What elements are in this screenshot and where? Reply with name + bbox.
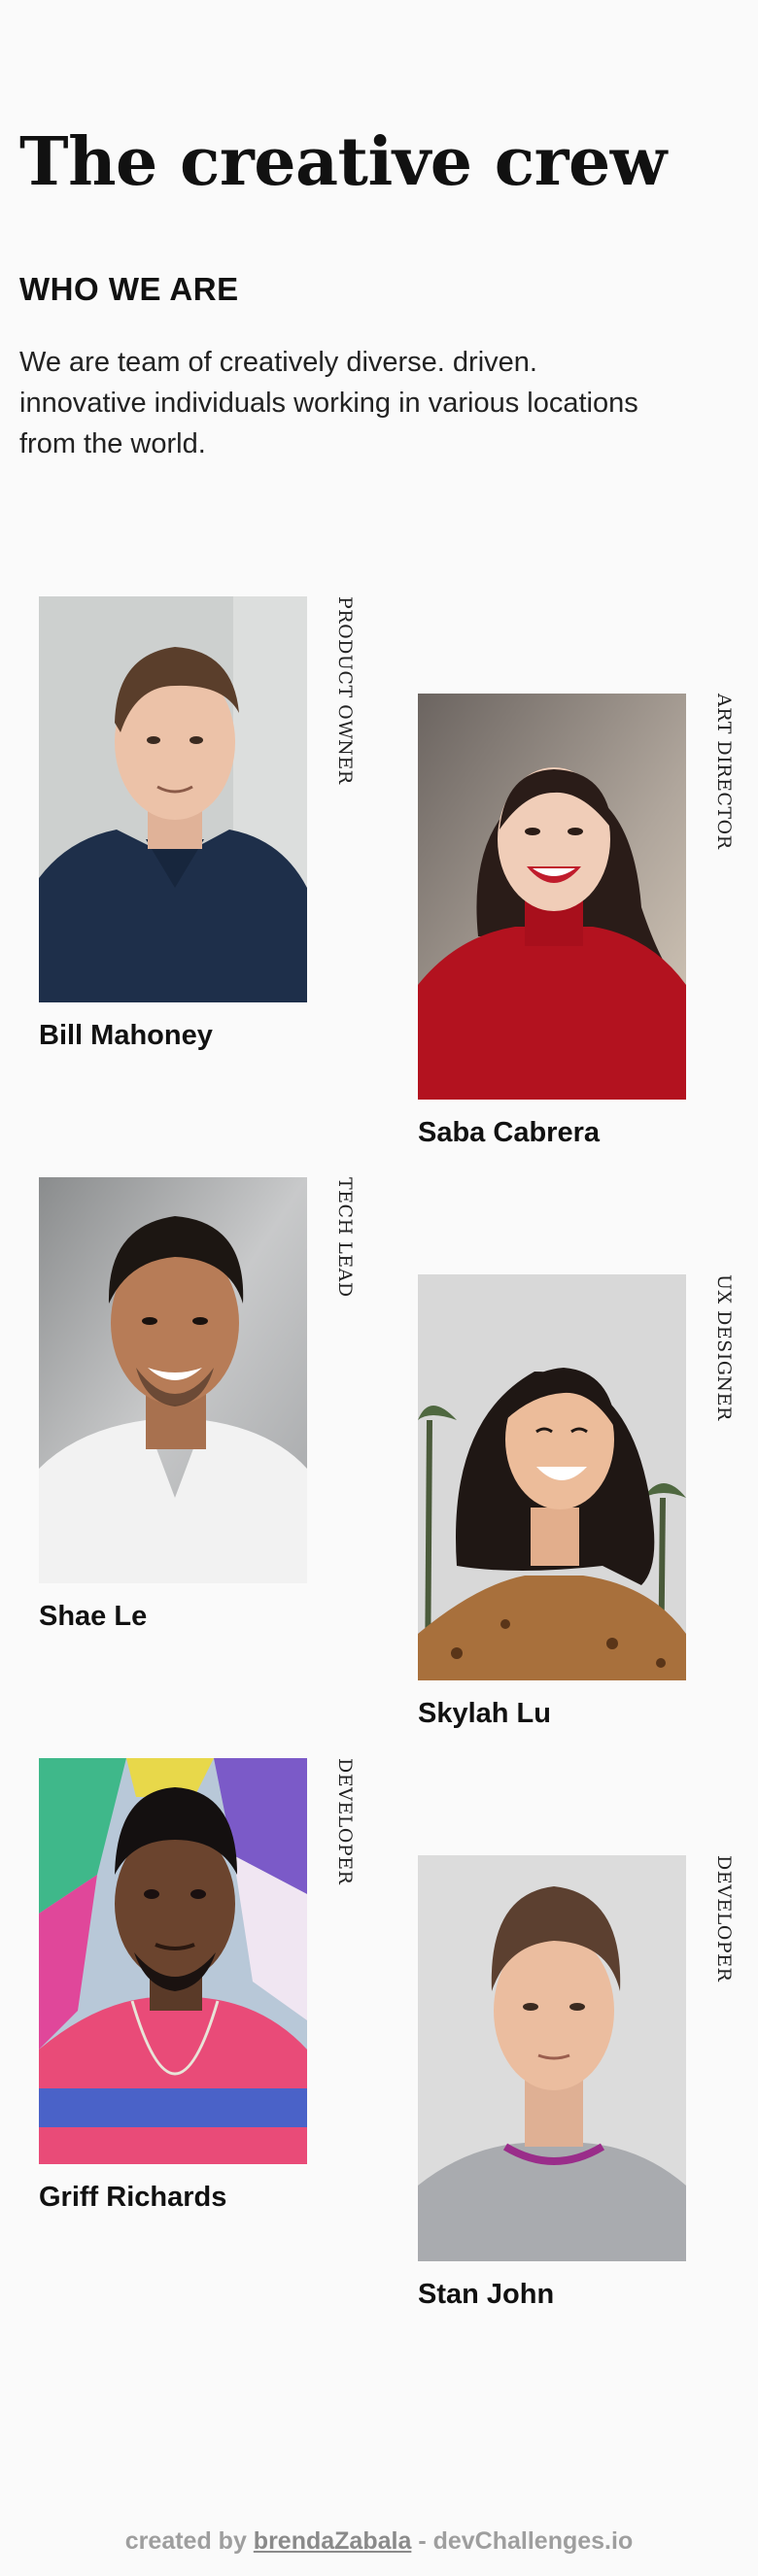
member-name: Shae Le [39, 1601, 148, 1632]
team-card: DEVELOPER Stan John [418, 1855, 741, 2322]
section-heading: WHO WE ARE [19, 271, 239, 307]
footer-separator: - [418, 2527, 427, 2555]
member-role: UX DESIGNER [713, 1274, 735, 1421]
member-role: DEVELOPER [713, 1855, 735, 1983]
member-role: ART DIRECTOR [713, 694, 735, 850]
member-name: Saba Cabrera [418, 1117, 600, 1148]
page-title: The creative crew [19, 123, 667, 201]
member-photo [418, 1855, 686, 2261]
footer-prefix: created by [124, 2527, 247, 2555]
member-photo [418, 694, 686, 1100]
footer: created by brendaZabala - devChallenges.… [0, 2522, 758, 2560]
member-name: Bill Mahoney [39, 1020, 213, 1051]
team-card: PRODUCT OWNER Bill Mahoney [39, 596, 362, 1063]
team-card: TECH LEAD Shae Le [39, 1177, 362, 1644]
member-name: Griff Richards [39, 2182, 227, 2213]
team-card: DEVELOPER Griff Richards [39, 1758, 362, 2224]
member-role: DEVELOPER [334, 1758, 356, 1885]
team-card: UX DESIGNER Skylah Lu [418, 1274, 741, 1741]
site-link[interactable]: devChallenges.io [433, 2527, 634, 2555]
member-name: Stan John [418, 2279, 555, 2310]
intro-text: We are team of creatively diverse. drive… [19, 347, 638, 459]
member-role: TECH LEAD [334, 1177, 356, 1298]
member-photo [39, 596, 307, 1002]
member-role: PRODUCT OWNER [334, 596, 356, 785]
author-link[interactable]: brendaZabala [254, 2527, 412, 2555]
team-card: ART DIRECTOR Saba Cabrera [418, 694, 741, 1160]
member-photo [418, 1274, 686, 1680]
member-photo [39, 1758, 307, 2164]
member-photo [39, 1177, 307, 1583]
member-name: Skylah Lu [418, 1698, 551, 1729]
